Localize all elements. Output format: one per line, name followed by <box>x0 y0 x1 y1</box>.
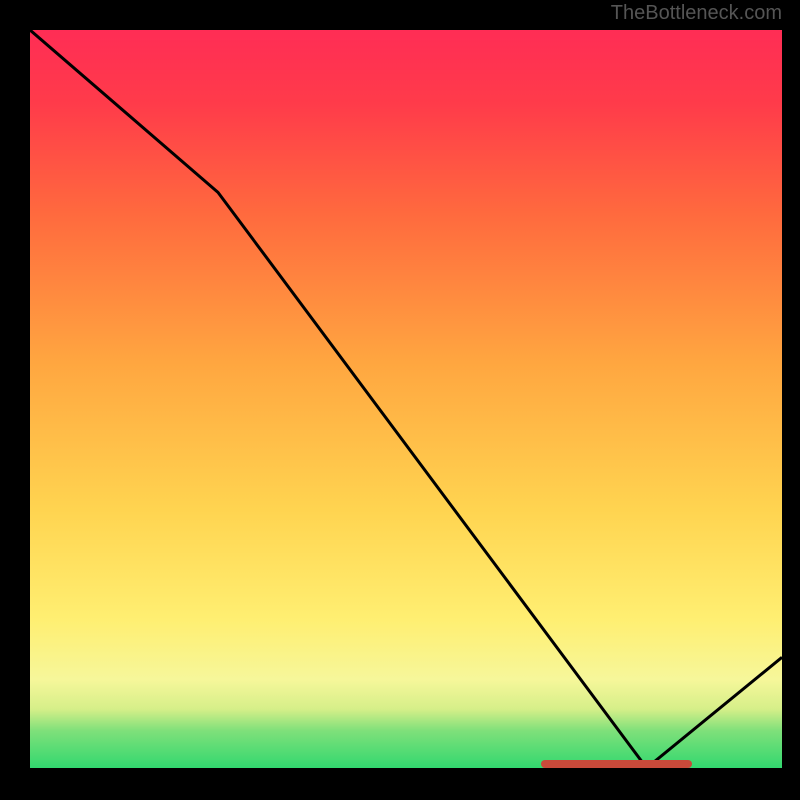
plot-area <box>30 30 782 768</box>
marker-strip <box>541 760 691 768</box>
border-right <box>782 0 800 800</box>
border-left <box>0 0 30 800</box>
chart-frame: TheBottleneck.com <box>0 0 800 800</box>
border-bottom <box>0 768 800 800</box>
plot-svg <box>30 30 782 768</box>
gradient-bg <box>30 30 782 768</box>
watermark-text: TheBottleneck.com <box>611 2 782 25</box>
